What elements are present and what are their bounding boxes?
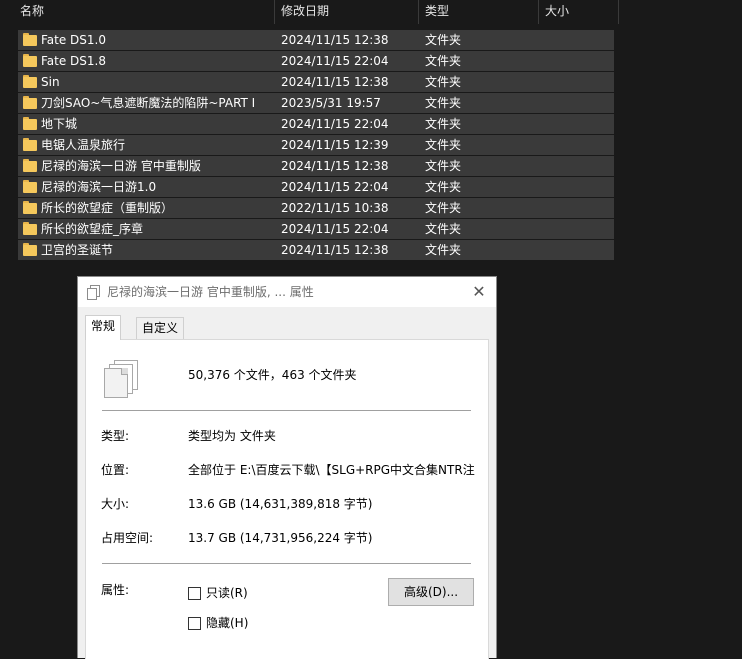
- column-divider[interactable]: [538, 0, 539, 24]
- item-type: 文件夹: [425, 138, 462, 152]
- column-divider[interactable]: [618, 0, 619, 24]
- folder-icon: [23, 159, 37, 172]
- tab-custom[interactable]: 自定义: [136, 317, 185, 339]
- item-name: 刀剑SAO~气息遮断魔法的陷阱~PART I: [41, 96, 256, 110]
- list-item[interactable]: 地下城 2024/11/15 22:04 文件夹: [18, 114, 614, 134]
- item-date: 2023/5/31 19:57: [281, 96, 381, 110]
- general-panel: 50,376 个文件，463 个文件夹 类型: 类型均为 文件夹 位置: 全部位…: [85, 339, 489, 659]
- dialog-titlebar[interactable]: 尼禄的海滨一日游 官中重制版, ... 属性 ✕: [78, 277, 496, 307]
- column-date[interactable]: 修改日期: [281, 0, 329, 24]
- properties-icon: [87, 285, 100, 300]
- advanced-button[interactable]: 高级(D)...: [388, 578, 474, 606]
- folder-icon: [23, 117, 37, 130]
- item-date: 2024/11/15 22:04: [281, 222, 389, 236]
- item-type: 文件夹: [425, 75, 462, 89]
- item-date: 2024/11/15 12:38: [281, 159, 389, 173]
- list-item[interactable]: 尼禄的海滨一日游 官中重制版 2024/11/15 12:38 文件夹: [18, 156, 614, 176]
- item-type: 文件夹: [425, 33, 462, 47]
- properties-dialog: 尼禄的海滨一日游 官中重制版, ... 属性 ✕ 常规 自定义 50,376 个…: [77, 276, 497, 659]
- checkbox-box[interactable]: [188, 617, 201, 630]
- item-type: 文件夹: [425, 96, 462, 110]
- item-date: 2024/11/15 22:04: [281, 117, 389, 131]
- item-name: 卫宫的圣诞节: [41, 243, 114, 257]
- column-divider[interactable]: [274, 0, 275, 24]
- size-value: 13.6 GB (14,631,389,818 字节): [188, 497, 373, 511]
- file-count-summary: 50,376 个文件，463 个文件夹: [188, 368, 357, 382]
- item-date: 2024/11/15 12:38: [281, 243, 389, 257]
- item-name: 地下城: [41, 117, 78, 131]
- item-date: 2024/11/15 12:38: [281, 75, 389, 89]
- item-date: 2022/11/15 10:38: [281, 201, 389, 215]
- divider: [102, 563, 471, 564]
- folder-icon: [23, 201, 37, 214]
- item-date: 2024/11/15 22:04: [281, 54, 389, 68]
- item-name: Fate DS1.0: [41, 33, 106, 47]
- item-type: 文件夹: [425, 201, 462, 215]
- close-icon[interactable]: ✕: [468, 281, 490, 303]
- type-label: 类型:: [101, 429, 130, 443]
- item-date: 2024/11/15 22:04: [281, 180, 389, 194]
- column-header: 名称 修改日期 类型 大小: [0, 0, 742, 24]
- folder-icon: [23, 54, 37, 67]
- size-label: 大小:: [101, 497, 130, 511]
- column-size[interactable]: 大小: [545, 0, 569, 24]
- checkbox-box[interactable]: [188, 587, 201, 600]
- location-value[interactable]: 全部位于 E:\百度云下载\【SLG+RPG中文合集NTR注意】: [188, 460, 475, 480]
- divider: [102, 410, 471, 411]
- list-item[interactable]: 电锯人温泉旅行 2024/11/15 12:39 文件夹: [18, 135, 614, 155]
- folder-icon: [23, 180, 37, 193]
- item-date: 2024/11/15 12:38: [281, 33, 389, 47]
- item-type: 文件夹: [425, 117, 462, 131]
- item-type: 文件夹: [425, 180, 462, 194]
- item-name: 电锯人温泉旅行: [41, 138, 126, 152]
- item-type: 文件夹: [425, 159, 462, 173]
- list-item[interactable]: Fate DS1.0 2024/11/15 12:38 文件夹: [18, 30, 614, 50]
- readonly-checkbox[interactable]: 只读(R): [188, 585, 268, 601]
- folder-icon: [23, 96, 37, 109]
- folder-icon: [23, 138, 37, 151]
- item-type: 文件夹: [425, 54, 462, 68]
- column-divider[interactable]: [418, 0, 419, 24]
- list-item[interactable]: 尼禄的海滨一日游1.0 2024/11/15 22:04 文件夹: [18, 177, 614, 197]
- item-name: Fate DS1.8: [41, 54, 106, 68]
- tab-general[interactable]: 常规: [85, 315, 122, 340]
- disk-size-label: 占用空间:: [101, 531, 154, 545]
- multiple-files-icon: [104, 360, 138, 398]
- item-date: 2024/11/15 12:39: [281, 138, 389, 152]
- attributes-label: 属性:: [101, 583, 130, 597]
- hidden-label: 隐藏(H): [206, 616, 249, 630]
- list-item[interactable]: 所长的欲望症（重制版） 2022/11/15 10:38 文件夹: [18, 198, 614, 218]
- list-item[interactable]: 所长的欲望症_序章 2024/11/15 22:04 文件夹: [18, 219, 614, 239]
- readonly-label: 只读(R): [206, 586, 248, 600]
- disk-size-value: 13.7 GB (14,731,956,224 字节): [188, 531, 373, 545]
- item-name: 尼禄的海滨一日游 官中重制版: [41, 159, 201, 173]
- column-name[interactable]: 名称: [20, 0, 44, 24]
- list-item[interactable]: Sin 2024/11/15 12:38 文件夹: [18, 72, 614, 92]
- item-type: 文件夹: [425, 222, 462, 236]
- location-label: 位置:: [101, 463, 130, 477]
- item-name: 所长的欲望症_序章: [41, 222, 144, 236]
- folder-icon: [23, 222, 37, 235]
- item-name: 所长的欲望症（重制版）: [41, 201, 174, 215]
- folder-icon: [23, 75, 37, 88]
- type-value: 类型均为 文件夹: [188, 429, 276, 443]
- hidden-checkbox[interactable]: 隐藏(H): [188, 615, 268, 631]
- file-list: Fate DS1.0 2024/11/15 12:38 文件夹 Fate DS1…: [18, 30, 614, 261]
- column-type[interactable]: 类型: [425, 0, 449, 24]
- folder-icon: [23, 243, 37, 256]
- item-name: 尼禄的海滨一日游1.0: [41, 180, 157, 194]
- item-type: 文件夹: [425, 243, 462, 257]
- folder-icon: [23, 33, 37, 46]
- list-item[interactable]: Fate DS1.8 2024/11/15 22:04 文件夹: [18, 51, 614, 71]
- list-item[interactable]: 卫宫的圣诞节 2024/11/15 12:38 文件夹: [18, 240, 614, 260]
- item-name: Sin: [41, 75, 60, 89]
- list-item[interactable]: 刀剑SAO~气息遮断魔法的陷阱~PART I 2023/5/31 19:57 文…: [18, 93, 614, 113]
- dialog-title: 尼禄的海滨一日游 官中重制版, ... 属性: [107, 285, 314, 299]
